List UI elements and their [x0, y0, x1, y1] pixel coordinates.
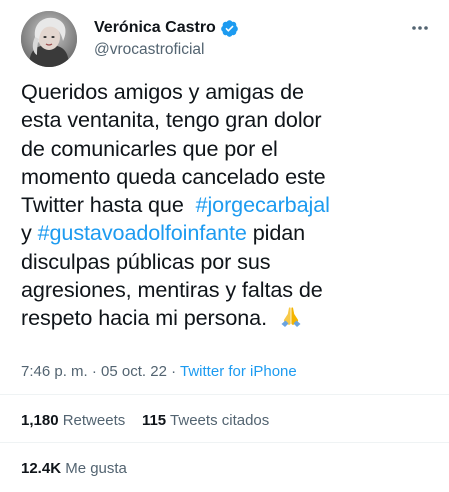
- quotes-count: 115: [141, 412, 167, 429]
- more-dots-icon: [412, 26, 428, 30]
- tweet-text: Queridos amigos y amigas de esta ventani…: [21, 78, 436, 333]
- quotes-label: Tweets citados: [170, 412, 270, 429]
- tweet-date[interactable]: 05 oct. 22: [101, 363, 167, 380]
- profile-photo-icon: [21, 11, 77, 67]
- divider: [0, 442, 449, 443]
- tweet-text-segment: Twitter hasta que: [21, 192, 184, 218]
- meta-separator: ·: [171, 363, 177, 380]
- tweet-card: Verónica Castro @vrocastroficial Querido…: [0, 0, 449, 492]
- likes-label: Me gusta: [65, 460, 127, 477]
- display-name-row: Verónica Castro: [94, 17, 239, 39]
- tweet-line: de comunicarles que por el: [21, 135, 278, 161]
- tweet-line: disculpas públicas por sus: [21, 248, 271, 274]
- quotes-link[interactable]: 115 Tweets citados: [142, 412, 269, 429]
- hashtag-link[interactable]: #jorgecarbajal: [196, 192, 330, 217]
- retweets-link[interactable]: 1,180 Retweets: [21, 412, 129, 429]
- tweet-line: Twitter hasta que #jorgecarbajal: [21, 191, 436, 219]
- tweet-header: Verónica Castro @vrocastroficial: [21, 11, 431, 67]
- avatar[interactable]: [21, 11, 77, 67]
- divider: [0, 394, 449, 395]
- tweet-line: y #gustavoadolfoinfante pidan: [21, 219, 436, 247]
- user-names: Verónica Castro @vrocastroficial: [94, 17, 239, 59]
- likes-stats-row: 12.4K Me gusta: [21, 460, 127, 477]
- likes-link[interactable]: 12.4K Me gusta: [21, 460, 127, 477]
- tweet-line: respeto hacia mi persona.: [21, 304, 436, 332]
- likes-count: 12.4K: [21, 460, 62, 477]
- user-handle[interactable]: @vrocastroficial: [94, 41, 239, 59]
- hashtag-link[interactable]: #gustavoadolfoinfante: [38, 220, 247, 245]
- tweet-text-segment: y: [21, 220, 32, 246]
- meta-separator: ·: [91, 363, 97, 380]
- verified-badge-icon: [221, 19, 238, 37]
- tweet-time[interactable]: 7:46 p. m.: [21, 363, 88, 380]
- retweets-label: Retweets: [62, 412, 126, 429]
- folded-hands-icon: [281, 307, 301, 328]
- tweet-line: esta ventanita, tengo gran dolor: [21, 107, 322, 133]
- display-name[interactable]: Verónica Castro: [94, 19, 216, 37]
- tweet-line: agresiones, mentiras y faltas de: [21, 277, 323, 303]
- tweet-meta: 7:46 p. m. · 05 oct. 22 · Twitter for iP…: [21, 363, 297, 380]
- more-options-button[interactable]: [409, 17, 431, 39]
- retweets-count: 1,180: [21, 412, 59, 429]
- tweet-text-segment: pidan: [252, 220, 306, 246]
- retweet-stats-row: 1,180 Retweets 115 Tweets citados: [21, 412, 269, 429]
- tweet-source-link[interactable]: Twitter for iPhone: [180, 363, 297, 380]
- tweet-text-segment: respeto hacia mi persona.: [21, 305, 267, 331]
- tweet-line: momento queda cancelado este: [21, 163, 326, 189]
- tweet-line: Queridos amigos y amigas de: [21, 79, 304, 104]
